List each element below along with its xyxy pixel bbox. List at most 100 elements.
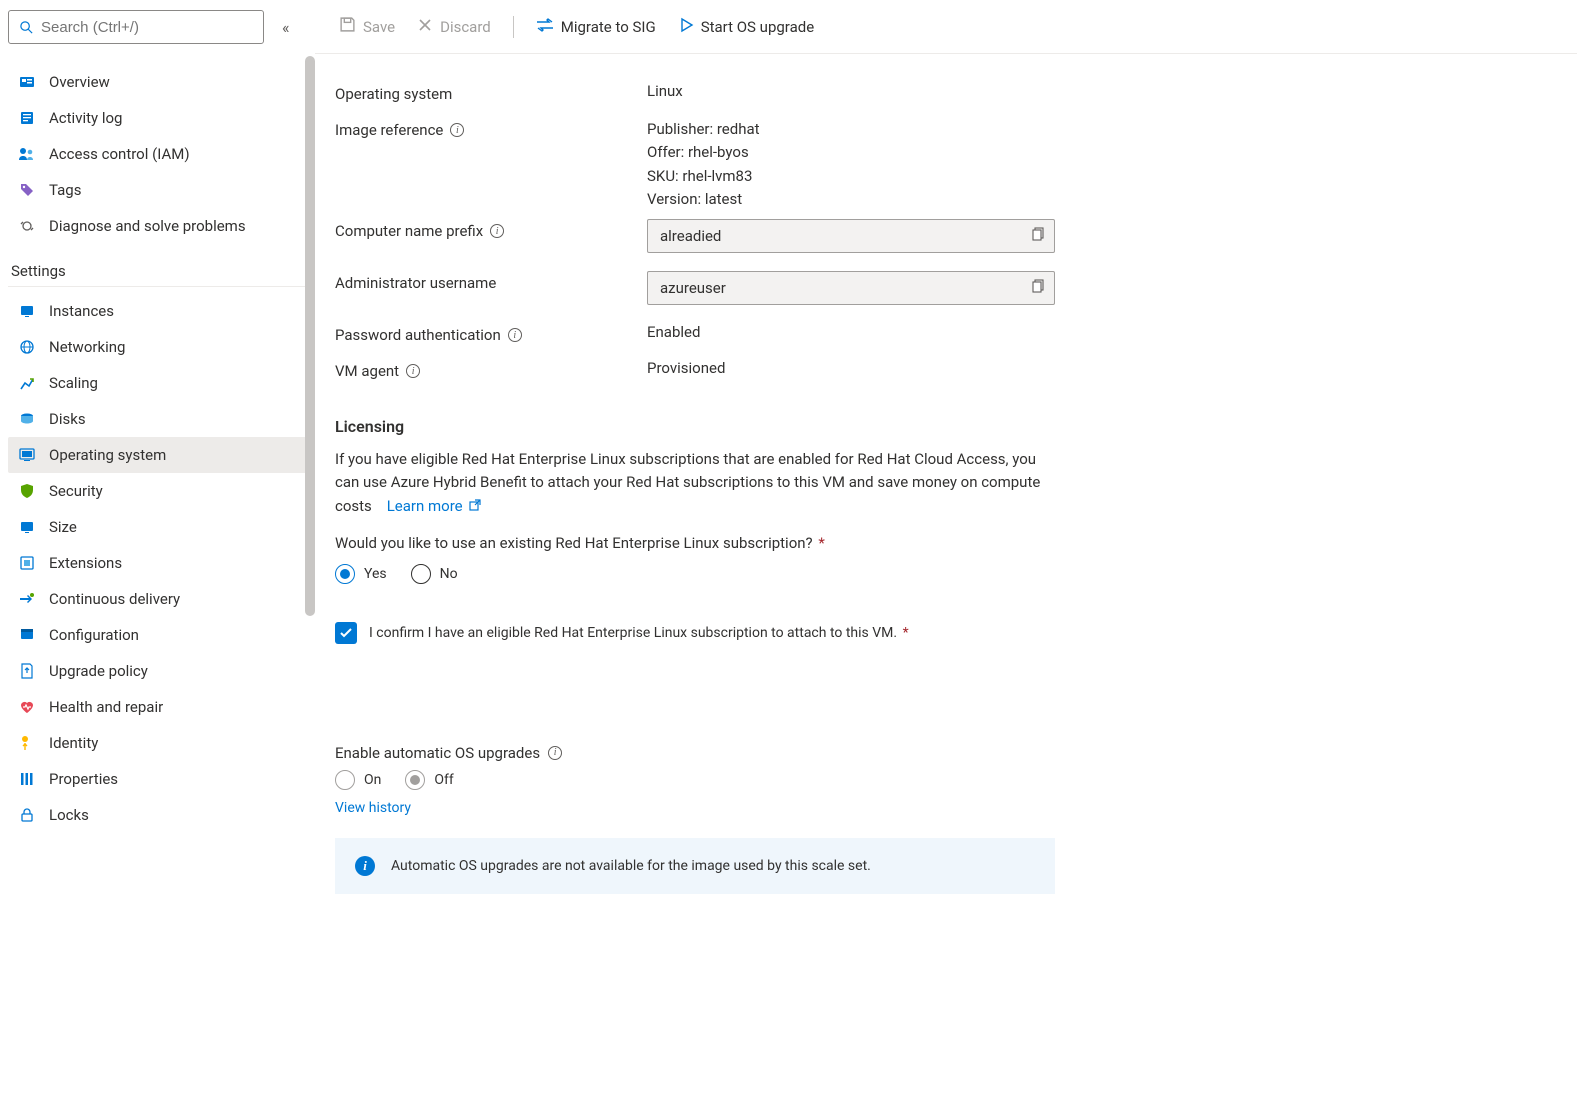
sidebar-item-health-and-repair[interactable]: Health and repair xyxy=(8,689,307,725)
info-icon[interactable]: i xyxy=(490,224,504,238)
save-icon xyxy=(339,16,356,37)
copy-icon[interactable] xyxy=(1032,279,1046,297)
sidebar-item-label: Identity xyxy=(49,734,98,752)
discard-button[interactable]: Discard xyxy=(413,13,495,41)
search-box[interactable] xyxy=(8,10,264,44)
info-icon[interactable]: i xyxy=(450,123,464,137)
sidebar-item-label: Extensions xyxy=(49,554,122,572)
image-reference-offer: Offer: rhel-byos xyxy=(647,141,1557,164)
properties-icon xyxy=(18,770,36,788)
sidebar-item-activity-log[interactable]: Activity log xyxy=(8,100,307,136)
sidebar-section-settings: Settings xyxy=(8,244,307,287)
vm-agent-label: VM agent xyxy=(335,362,399,380)
upgrade-policy-icon xyxy=(18,662,36,680)
radio-label: Yes xyxy=(364,566,387,582)
health-icon xyxy=(18,698,36,716)
sidebar-item-networking[interactable]: Networking xyxy=(8,329,307,365)
sidebar-item-label: Health and repair xyxy=(49,698,163,716)
enable-auto-upgrades-label: Enable automatic OS upgrades xyxy=(335,744,540,762)
start-os-upgrade-label: Start OS upgrade xyxy=(701,18,814,36)
sidebar-item-label: Size xyxy=(49,518,77,536)
sidebar-item-label: Continuous delivery xyxy=(49,590,180,608)
collapse-sidebar-icon[interactable]: « xyxy=(282,18,290,37)
confirm-subscription-label: I confirm I have an eligible Red Hat Ent… xyxy=(369,625,897,641)
migrate-to-sig-button[interactable]: Migrate to SIG xyxy=(532,13,660,41)
sidebar-item-label: Tags xyxy=(49,181,81,199)
sidebar-item-operating-system[interactable]: Operating system xyxy=(8,437,307,473)
password-auth-label: Password authentication xyxy=(335,326,501,344)
info-icon[interactable]: i xyxy=(548,746,562,760)
discard-icon xyxy=(417,17,433,37)
sidebar-item-label: Upgrade policy xyxy=(49,662,148,680)
image-reference-label: Image reference xyxy=(335,121,443,139)
radio-label: On xyxy=(364,772,381,788)
operating-system-label: Operating system xyxy=(335,82,647,103)
play-icon xyxy=(678,17,694,37)
tags-icon xyxy=(18,181,36,199)
sidebar-item-diagnose[interactable]: Diagnose and solve problems xyxy=(8,208,307,244)
sidebar-item-security[interactable]: Security xyxy=(8,473,307,509)
sidebar-item-extensions[interactable]: Extensions xyxy=(8,545,307,581)
info-banner: i Automatic OS upgrades are not availabl… xyxy=(335,838,1055,894)
sidebar-item-disks[interactable]: Disks xyxy=(8,401,307,437)
activity-log-icon xyxy=(18,109,36,127)
migrate-label: Migrate to SIG xyxy=(561,18,656,36)
check-icon xyxy=(339,626,353,640)
admin-username-value: azureuser xyxy=(660,279,726,297)
extensions-icon xyxy=(18,554,36,572)
sidebar-item-continuous-delivery[interactable]: Continuous delivery xyxy=(8,581,307,617)
toolbar: Save Discard Migrate to SIG Start OS upg… xyxy=(315,0,1577,54)
discard-label: Discard xyxy=(440,18,491,36)
sidebar-item-overview[interactable]: Overview xyxy=(8,64,307,100)
external-link-icon xyxy=(469,497,481,515)
required-indicator: * xyxy=(818,534,824,552)
operating-system-value: Linux xyxy=(647,82,1557,100)
learn-more-label: Learn more xyxy=(387,497,463,515)
radio-icon xyxy=(405,770,425,790)
sidebar-item-instances[interactable]: Instances xyxy=(8,293,307,329)
identity-icon xyxy=(18,734,36,752)
sidebar-item-scaling[interactable]: Scaling xyxy=(8,365,307,401)
sidebar-item-size[interactable]: Size xyxy=(8,509,307,545)
info-banner-icon: i xyxy=(355,856,375,876)
content-area: Operating system Linux Image reference i… xyxy=(315,54,1577,1108)
sidebar-item-tags[interactable]: Tags xyxy=(8,172,307,208)
image-reference-publisher: Publisher: redhat xyxy=(647,118,1557,141)
diagnose-icon xyxy=(18,217,36,235)
networking-icon xyxy=(18,338,36,356)
continuous-delivery-icon xyxy=(18,590,36,608)
confirm-subscription-checkbox[interactable] xyxy=(335,622,357,644)
info-icon[interactable]: i xyxy=(508,328,522,342)
info-banner-text: Automatic OS upgrades are not available … xyxy=(391,858,871,874)
search-input[interactable] xyxy=(41,19,255,36)
subscription-radio-no[interactable]: No xyxy=(411,564,458,584)
admin-username-label: Administrator username xyxy=(335,274,496,292)
sidebar-item-label: Diagnose and solve problems xyxy=(49,217,246,235)
sidebar-item-properties[interactable]: Properties xyxy=(8,761,307,797)
sidebar-item-identity[interactable]: Identity xyxy=(8,725,307,761)
required-indicator: * xyxy=(903,625,909,641)
sidebar-item-configuration[interactable]: Configuration xyxy=(8,617,307,653)
sidebar-item-label: Networking xyxy=(49,338,125,356)
toolbar-separator xyxy=(513,16,514,38)
scaling-icon xyxy=(18,374,36,392)
image-reference-version: Version: latest xyxy=(647,188,1557,211)
radio-label: Off xyxy=(434,772,453,788)
copy-icon[interactable] xyxy=(1032,227,1046,245)
sidebar-item-access-control[interactable]: Access control (IAM) xyxy=(8,136,307,172)
info-icon[interactable]: i xyxy=(406,364,420,378)
save-button[interactable]: Save xyxy=(335,12,399,41)
learn-more-link[interactable]: Learn more xyxy=(387,497,482,515)
disks-icon xyxy=(18,410,36,428)
sidebar-item-label: Disks xyxy=(49,410,86,428)
sidebar-item-upgrade-policy[interactable]: Upgrade policy xyxy=(8,653,307,689)
sidebar-item-locks[interactable]: Locks xyxy=(8,797,307,833)
admin-username-field: azureuser xyxy=(647,271,1055,305)
overview-icon xyxy=(18,73,36,91)
start-os-upgrade-button[interactable]: Start OS upgrade xyxy=(674,13,818,41)
scrollbar-thumb[interactable] xyxy=(305,56,315,616)
view-history-link[interactable]: View history xyxy=(335,800,411,816)
lock-icon xyxy=(18,806,36,824)
subscription-radio-yes[interactable]: Yes xyxy=(335,564,387,584)
access-control-icon xyxy=(18,145,36,163)
